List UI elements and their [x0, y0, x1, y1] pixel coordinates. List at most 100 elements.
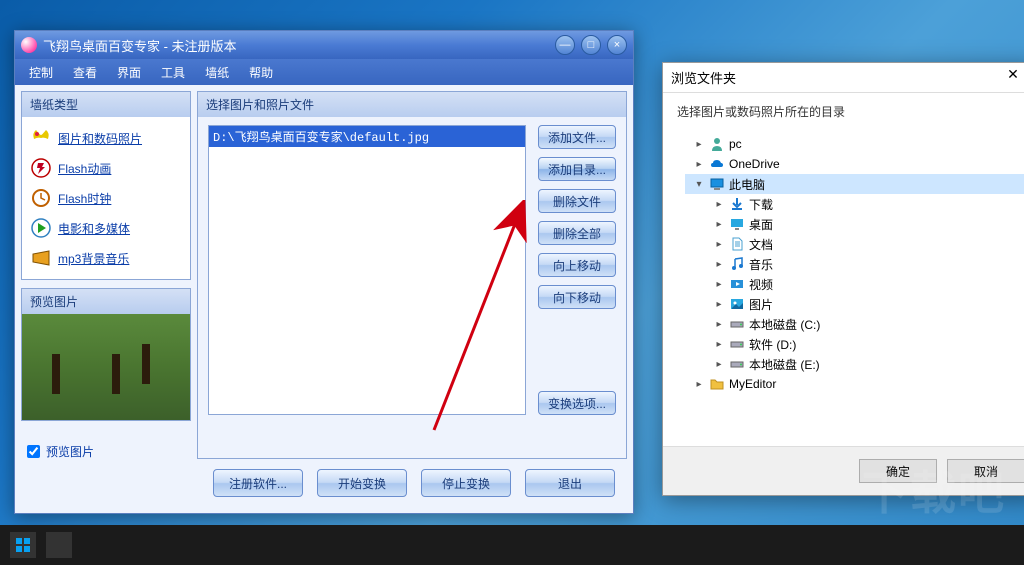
- categories-panel: 墙纸类型 图片和数码照片 Flash动画 Flash时钟: [21, 91, 191, 280]
- speaker-icon: [30, 247, 52, 269]
- tree-node-onedrive[interactable]: ▸OneDrive: [685, 154, 1024, 174]
- video-icon: [729, 276, 745, 292]
- move-down-button[interactable]: 向下移动: [538, 285, 616, 309]
- clock-icon: [30, 187, 52, 209]
- app-title: 飞翔鸟桌面百变专家 - 未注册版本: [43, 36, 237, 55]
- music-icon: [729, 256, 745, 272]
- delete-all-button[interactable]: 删除全部: [538, 221, 616, 245]
- computer-icon: [709, 176, 725, 192]
- exit-button[interactable]: 退出: [525, 469, 615, 497]
- desktop-icon: [729, 216, 745, 232]
- tree-node-drive-d[interactable]: ▸软件 (D:): [685, 334, 1024, 354]
- close-button[interactable]: ×: [607, 35, 627, 55]
- taskbar-app[interactable]: [46, 532, 72, 558]
- category-label: 电影和多媒体: [58, 220, 130, 237]
- register-button[interactable]: 注册软件...: [213, 469, 303, 497]
- user-icon: [709, 136, 725, 152]
- tree-label: 本地磁盘 (C:): [749, 316, 820, 333]
- menu-control[interactable]: 控制: [19, 60, 63, 85]
- maximize-button[interactable]: □: [581, 35, 601, 55]
- tree-node-myeditor[interactable]: ▸MyEditor: [685, 374, 1024, 394]
- tree-label: 视频: [749, 276, 773, 293]
- category-flash-clock[interactable]: Flash时钟: [24, 183, 188, 213]
- tree-label: OneDrive: [729, 157, 780, 171]
- play-icon: [30, 217, 52, 239]
- file-row-selected[interactable]: D:\飞翔鸟桌面百变专家\default.jpg: [209, 126, 525, 147]
- tree-node-pc-user[interactable]: ▸pc: [685, 134, 1024, 154]
- menu-help[interactable]: 帮助: [239, 60, 283, 85]
- browse-folder-dialog: 浏览文件夹 ✕ 选择图片或数码照片所在的目录 ▸pc ▸OneDrive ▾此电…: [662, 62, 1024, 496]
- transform-options-button[interactable]: 变换选项...: [538, 391, 616, 415]
- menu-ui[interactable]: 界面: [107, 60, 151, 85]
- add-file-button[interactable]: 添加文件...: [538, 125, 616, 149]
- dialog-titlebar[interactable]: 浏览文件夹 ✕: [663, 63, 1024, 93]
- select-files-title: 选择图片和照片文件: [198, 92, 626, 117]
- category-label: 图片和数码照片: [58, 130, 142, 147]
- menu-tools[interactable]: 工具: [151, 60, 195, 85]
- tree-node-drive-c[interactable]: ▸本地磁盘 (C:): [685, 314, 1024, 334]
- category-flash-anim[interactable]: Flash动画: [24, 153, 188, 183]
- tree-node-videos[interactable]: ▸视频: [685, 274, 1024, 294]
- menu-bar: 控制 查看 界面 工具 墙纸 帮助: [15, 59, 633, 85]
- app-window: 飞翔鸟桌面百变专家 - 未注册版本 — □ × 控制 查看 界面 工具 墙纸 帮…: [14, 30, 634, 514]
- flash-icon: [30, 157, 52, 179]
- tree-node-this-pc[interactable]: ▾此电脑: [685, 174, 1024, 194]
- document-icon: [729, 236, 745, 252]
- tree-node-desktop[interactable]: ▸桌面: [685, 214, 1024, 234]
- preview-checkbox-label: 预览图片: [46, 443, 94, 460]
- tree-label: 桌面: [749, 216, 773, 233]
- tree-node-pictures[interactable]: ▸图片: [685, 294, 1024, 314]
- preview-title: 预览图片: [22, 289, 190, 314]
- dialog-subtitle: 选择图片或数码照片所在的目录: [663, 93, 1024, 130]
- drive-icon: [729, 336, 745, 352]
- move-up-button[interactable]: 向上移动: [538, 253, 616, 277]
- categories-title: 墙纸类型: [22, 92, 190, 117]
- select-files-panel: 选择图片和照片文件 D:\飞翔鸟桌面百变专家\default.jpg 添加文件.…: [197, 91, 627, 459]
- stop-button[interactable]: 停止变换: [421, 469, 511, 497]
- pictures-icon: [729, 296, 745, 312]
- start-button[interactable]: [10, 532, 36, 558]
- start-button[interactable]: 开始变换: [317, 469, 407, 497]
- tree-label: 软件 (D:): [749, 336, 796, 353]
- bottom-toolbar: 注册软件... 开始变换 停止变换 退出: [197, 465, 627, 507]
- preview-checkbox-row[interactable]: 预览图片: [21, 429, 191, 474]
- app-icon: [21, 37, 37, 53]
- menu-wallpaper[interactable]: 墙纸: [195, 60, 239, 85]
- butterfly-icon: [30, 127, 52, 149]
- tree-label: 本地磁盘 (E:): [749, 356, 820, 373]
- drive-icon: [729, 316, 745, 332]
- category-label: mp3背景音乐: [58, 250, 129, 267]
- tree-node-downloads[interactable]: ▸下载: [685, 194, 1024, 214]
- folder-tree[interactable]: ▸pc ▸OneDrive ▾此电脑 ▸下载 ▸桌面 ▸文档 ▸音乐 ▸视频 ▸…: [663, 130, 1024, 446]
- category-label: Flash动画: [58, 160, 111, 177]
- minimize-button[interactable]: —: [555, 35, 575, 55]
- menu-view[interactable]: 查看: [63, 60, 107, 85]
- delete-file-button[interactable]: 删除文件: [538, 189, 616, 213]
- dialog-title: 浏览文件夹: [671, 68, 995, 87]
- tree-node-music[interactable]: ▸音乐: [685, 254, 1024, 274]
- preview-panel: 预览图片: [21, 288, 191, 421]
- tree-node-documents[interactable]: ▸文档: [685, 234, 1024, 254]
- title-bar[interactable]: 飞翔鸟桌面百变专家 - 未注册版本 — □ ×: [15, 31, 633, 59]
- tree-label: pc: [729, 137, 742, 151]
- add-directory-button[interactable]: 添加目录...: [538, 157, 616, 181]
- category-label: Flash时钟: [58, 190, 111, 207]
- category-mp3[interactable]: mp3背景音乐: [24, 243, 188, 273]
- dialog-close-button[interactable]: ✕: [995, 66, 1024, 90]
- taskbar[interactable]: [0, 525, 1024, 565]
- category-photos[interactable]: 图片和数码照片: [24, 123, 188, 153]
- tree-label: 此电脑: [729, 176, 765, 193]
- tree-label: 下载: [749, 196, 773, 213]
- tree-label: MyEditor: [729, 377, 776, 391]
- category-movie[interactable]: 电影和多媒体: [24, 213, 188, 243]
- drive-icon: [729, 356, 745, 372]
- windows-icon: [15, 537, 31, 553]
- preview-checkbox[interactable]: [27, 445, 40, 458]
- preview-image: [22, 314, 190, 420]
- tree-node-drive-e[interactable]: ▸本地磁盘 (E:): [685, 354, 1024, 374]
- folder-icon: [709, 376, 725, 392]
- cloud-icon: [709, 156, 725, 172]
- watermark: 下载吧: [862, 457, 1006, 523]
- file-list[interactable]: D:\飞翔鸟桌面百变专家\default.jpg: [208, 125, 526, 415]
- tree-label: 图片: [749, 296, 773, 313]
